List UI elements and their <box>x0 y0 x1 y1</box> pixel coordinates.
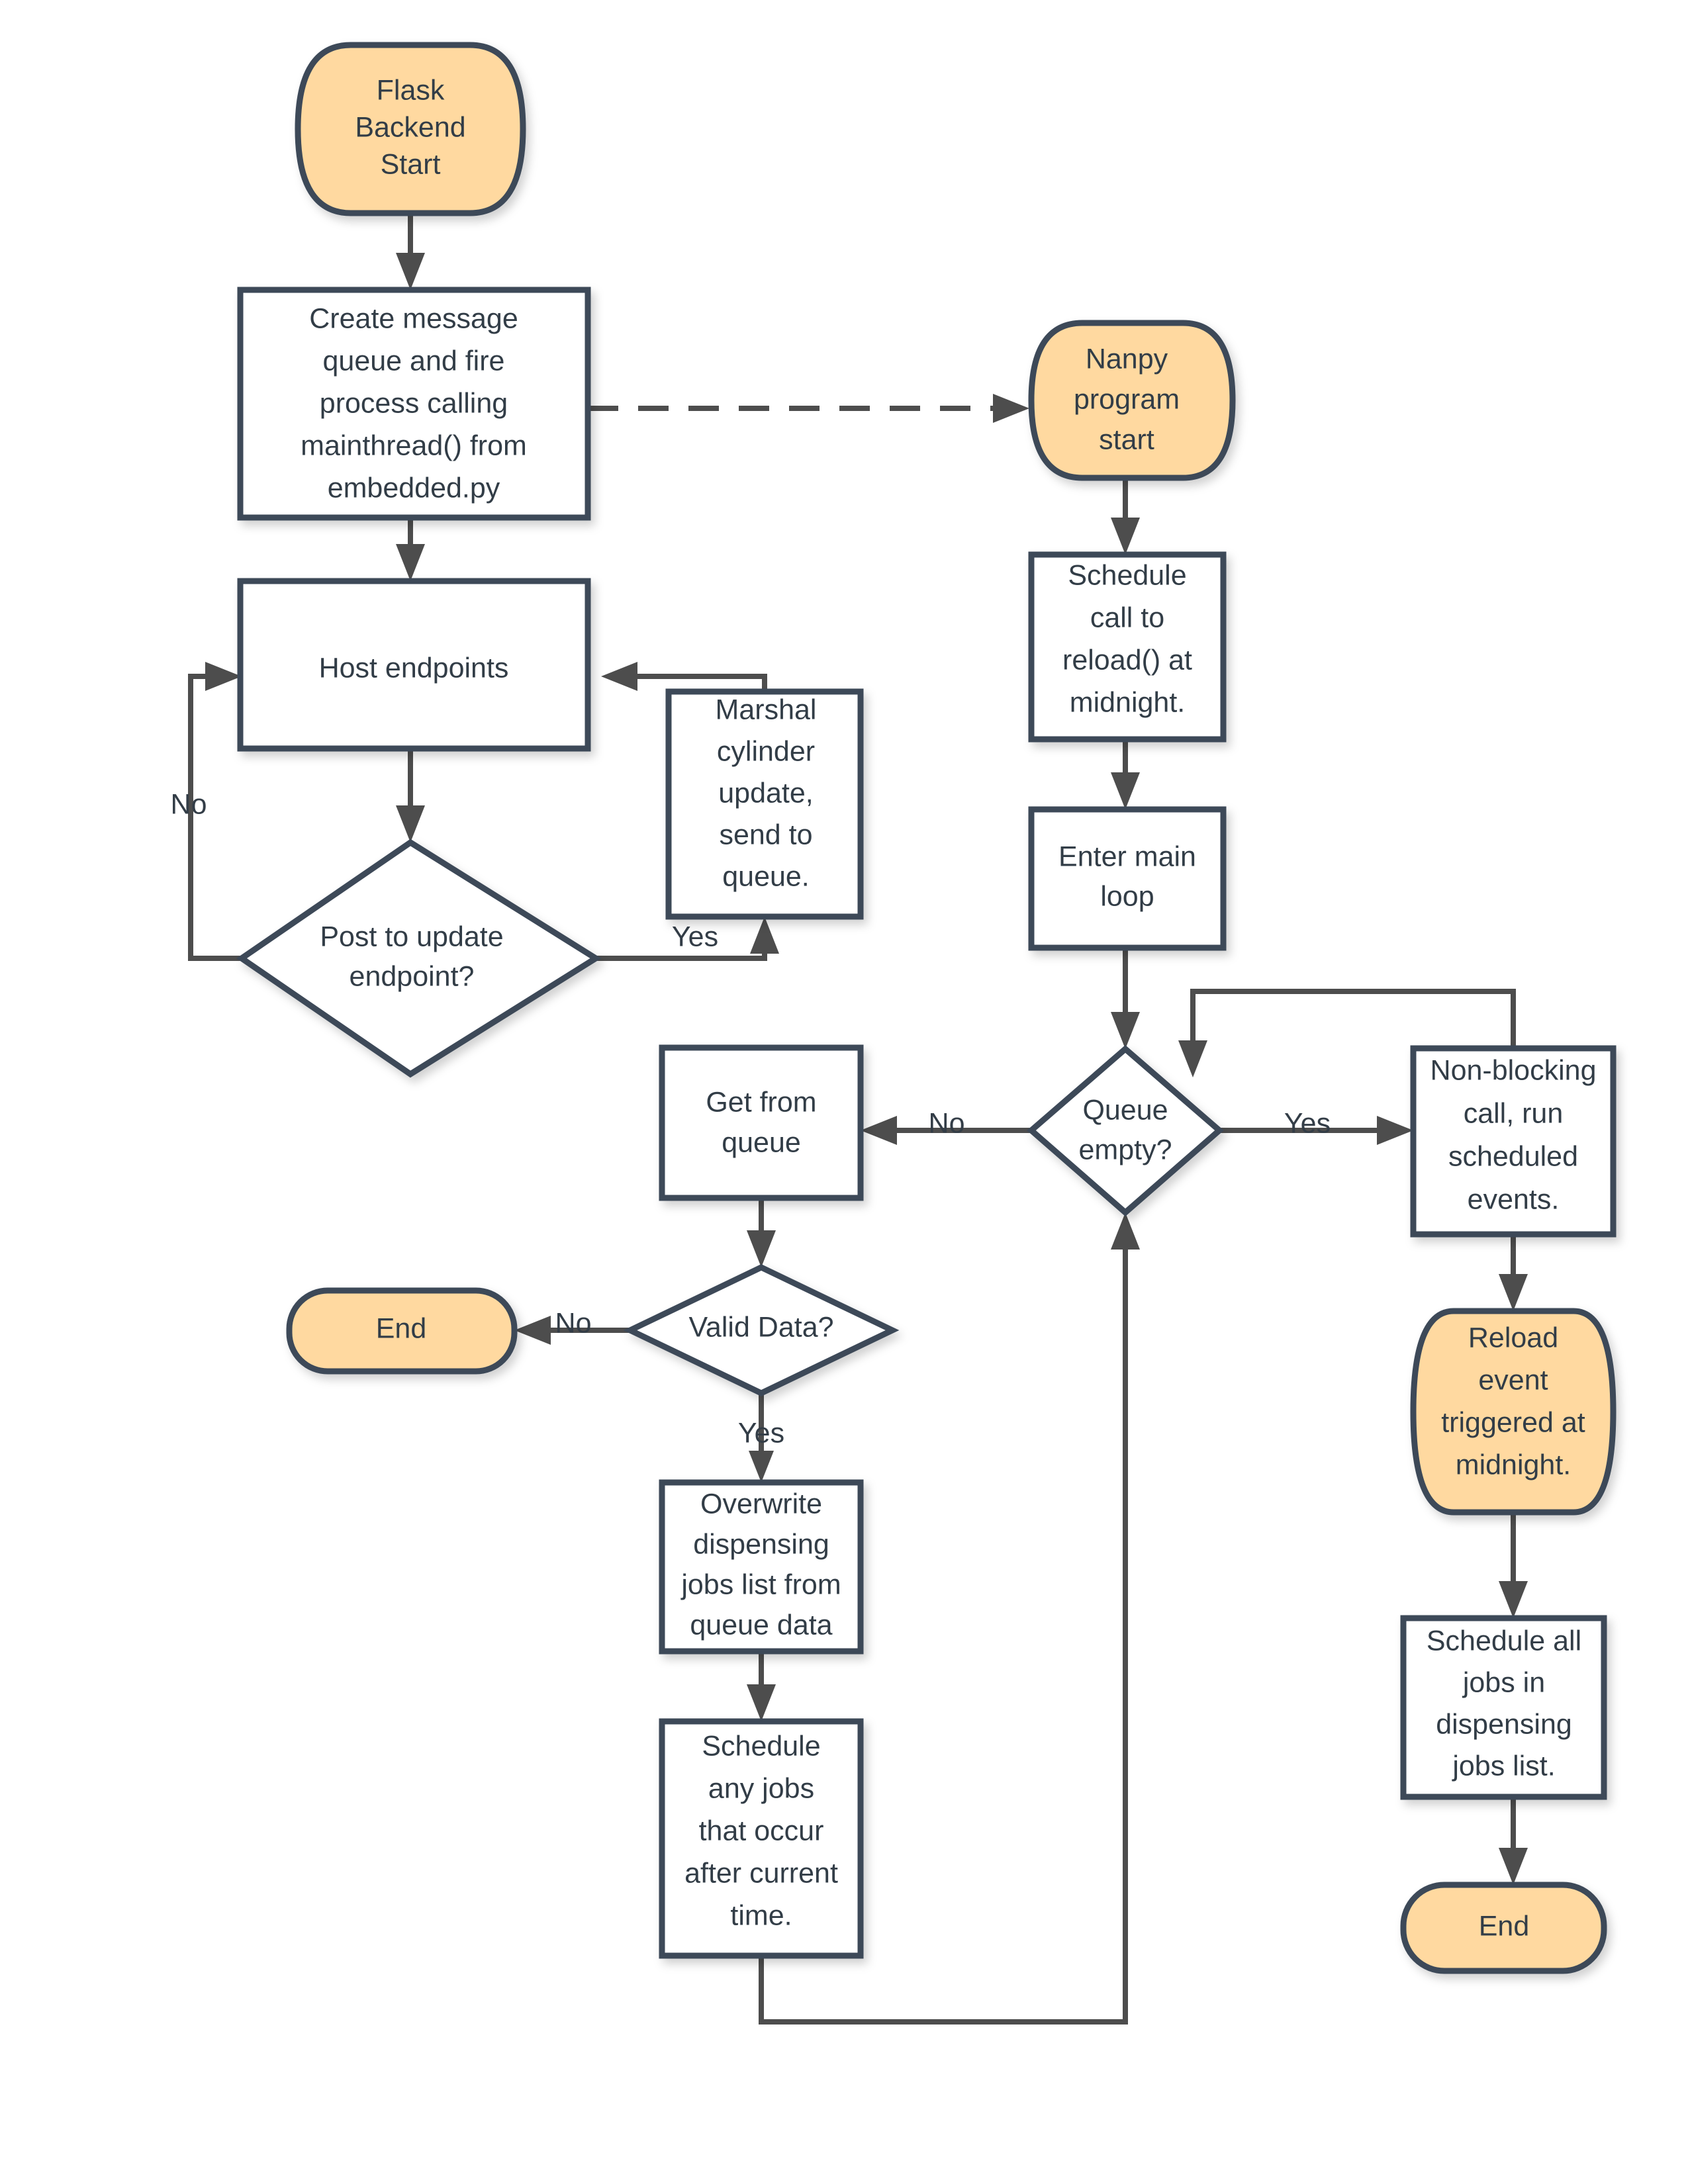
schedule-all-jobs-label-line3: dispensing <box>1436 1708 1572 1740</box>
edge-nonblocking-to-reload-event <box>1499 1234 1528 1311</box>
schedule-reload-label-line3: reload() at <box>1062 644 1192 676</box>
edge-create-queue-to-nanpy-start <box>588 394 1029 423</box>
queue-empty-shape <box>1027 1045 1224 1216</box>
edge-nanpy-start-to-schedule-reload <box>1111 478 1140 555</box>
nanpy-start-label-line3: start <box>1099 424 1154 455</box>
overwrite-jobs-label-line3: jobs list from <box>680 1569 841 1600</box>
schedule-reload-label-line1: Schedule <box>1068 559 1186 591</box>
node-create-message-queue[interactable]: Create message queue and fire process ca… <box>237 287 591 521</box>
nanpy-start-label-line2: program <box>1074 383 1180 415</box>
schedule-any-jobs-label-line3: that occur <box>699 1815 824 1846</box>
marshal-label-line3: update, <box>718 777 813 809</box>
edge-marshal-to-host-endpoints <box>601 662 767 692</box>
schedule-reload-label-line2: call to <box>1090 602 1164 633</box>
node-get-from-queue[interactable]: Get from queue <box>659 1044 864 1201</box>
edge-host-endpoints-to-post-update <box>396 749 425 842</box>
flask-start-label-line2: Backend <box>355 111 465 143</box>
overwrite-jobs-label-line4: queue data <box>690 1609 832 1641</box>
flask-start-label-line3: Start <box>381 148 441 180</box>
get-from-queue-label-line1: Get from <box>706 1086 816 1118</box>
overwrite-jobs-label-line2: dispensing <box>693 1528 829 1560</box>
marshal-label-line2: cylinder <box>717 735 815 767</box>
reload-event-label-line2: event <box>1478 1364 1548 1396</box>
edge-overwrite-jobs-to-schedule-any-jobs <box>747 1651 776 1721</box>
queue-empty-label-line1: Queue <box>1082 1094 1168 1126</box>
edge-flask-start-to-create-queue <box>396 213 425 290</box>
nonblocking-label-line2: call, run <box>1464 1097 1564 1129</box>
flowchart-svg: No Yes No Yes No Yes Flask Backend Start… <box>171 42 1617 2025</box>
post-update-label-line2: endpoint? <box>350 960 475 992</box>
post-update-label-line1: Post to update <box>320 921 503 952</box>
schedule-all-jobs-label-line4: jobs list. <box>1451 1750 1555 1782</box>
schedule-any-jobs-label-line2: any jobs <box>708 1772 814 1804</box>
edge-schedule-reload-to-enter-main-loop <box>1111 739 1140 809</box>
node-end-left[interactable]: End <box>286 1287 518 1375</box>
marshal-label-line1: Marshal <box>716 694 817 725</box>
schedule-any-jobs-label-line5: time. <box>730 1899 792 1931</box>
schedule-all-jobs-label-line2: jobs in <box>1462 1666 1545 1698</box>
get-from-queue-shape <box>659 1044 864 1201</box>
edge-label-post-update-no: No <box>171 788 207 820</box>
schedule-any-jobs-label-line1: Schedule <box>702 1730 820 1762</box>
queue-empty-label-line2: empty? <box>1078 1134 1172 1165</box>
edge-schedule-all-jobs-to-end-right <box>1499 1797 1528 1885</box>
edge-label-valid-data-no: No <box>555 1307 592 1339</box>
node-post-to-update-endpoint-decision[interactable]: Post to update endpoint? <box>236 839 602 1078</box>
node-schedule-all-jobs[interactable]: Schedule all jobs in dispensing jobs lis… <box>1400 1615 1607 1800</box>
node-overwrite-dispensing-jobs[interactable]: Overwrite dispensing jobs list from queu… <box>659 1479 864 1655</box>
create-queue-label-line5: embedded.py <box>328 472 500 504</box>
post-update-shape <box>236 839 602 1078</box>
create-queue-label-line2: queue and fire <box>323 345 505 377</box>
edge-label-queue-empty-yes: Yes <box>1284 1107 1331 1139</box>
nonblocking-label-line1: Non-blocking <box>1430 1054 1597 1086</box>
edge-label-valid-data-yes: Yes <box>738 1417 784 1449</box>
overwrite-jobs-label-line1: Overwrite <box>700 1488 822 1520</box>
reload-event-label-line1: Reload <box>1468 1322 1558 1353</box>
edge-enter-main-loop-to-queue-empty <box>1111 948 1140 1049</box>
nonblocking-label-line4: events. <box>1468 1183 1560 1215</box>
edge-get-from-queue-to-valid-data <box>747 1198 776 1267</box>
nanpy-start-label-line1: Nanpy <box>1086 343 1168 375</box>
end-left-label: End <box>376 1312 427 1344</box>
node-flask-backend-start[interactable]: Flask Backend Start <box>295 42 526 216</box>
reload-event-label-line4: midnight. <box>1456 1449 1571 1480</box>
node-host-endpoints[interactable]: Host endpoints <box>237 578 591 752</box>
valid-data-label: Valid Data? <box>688 1311 833 1343</box>
create-queue-label-line3: process calling <box>320 387 508 419</box>
node-valid-data-decision[interactable]: Valid Data? <box>623 1264 900 1396</box>
edge-reload-event-to-schedule-all-jobs <box>1499 1512 1528 1618</box>
node-end-right[interactable]: End <box>1400 1882 1607 1974</box>
marshal-label-line4: send to <box>719 819 812 850</box>
node-nanpy-program-start[interactable]: Nanpy program start <box>1028 320 1236 481</box>
edge-create-queue-to-host-endpoints <box>396 518 425 581</box>
schedule-all-jobs-label-line1: Schedule all <box>1427 1625 1581 1657</box>
node-schedule-reload-call[interactable]: Schedule call to reload() at midnight. <box>1028 551 1227 743</box>
schedule-reload-label-line4: midnight. <box>1070 686 1185 718</box>
node-nonblocking-call[interactable]: Non-blocking call, run scheduled events. <box>1410 1045 1617 1238</box>
flask-start-label-line1: Flask <box>377 74 445 106</box>
end-right-label: End <box>1479 1910 1530 1942</box>
enter-main-loop-label-line1: Enter main <box>1058 841 1196 872</box>
nonblocking-label-line3: scheduled <box>1448 1140 1578 1172</box>
node-enter-main-loop[interactable]: Enter main loop <box>1028 806 1227 951</box>
create-queue-label-line4: mainthread() from <box>301 430 527 461</box>
create-queue-label-line1: Create message <box>309 302 518 334</box>
flowchart-canvas: No Yes No Yes No Yes Flask Backend Start… <box>0 0 1688 2184</box>
reload-event-label-line3: triggered at <box>1441 1406 1585 1438</box>
node-reload-event[interactable]: Reload event triggered at midnight. <box>1410 1308 1617 1516</box>
node-schedule-any-jobs[interactable]: Schedule any jobs that occur after curre… <box>659 1718 864 1959</box>
marshal-label-line5: queue. <box>722 860 810 892</box>
get-from-queue-label-line2: queue <box>722 1126 801 1158</box>
node-marshal-cylinder-update[interactable]: Marshal cylinder update, send to queue. <box>665 688 864 920</box>
node-queue-empty-decision[interactable]: Queue empty? <box>1027 1045 1224 1216</box>
schedule-any-jobs-label-line4: after current <box>684 1857 838 1889</box>
host-endpoints-label: Host endpoints <box>319 652 509 684</box>
edge-label-queue-empty-no: No <box>929 1107 965 1139</box>
edge-label-post-update-yes: Yes <box>672 921 718 952</box>
enter-main-loop-label-line2: loop <box>1100 880 1154 912</box>
enter-main-loop-shape <box>1028 806 1227 951</box>
